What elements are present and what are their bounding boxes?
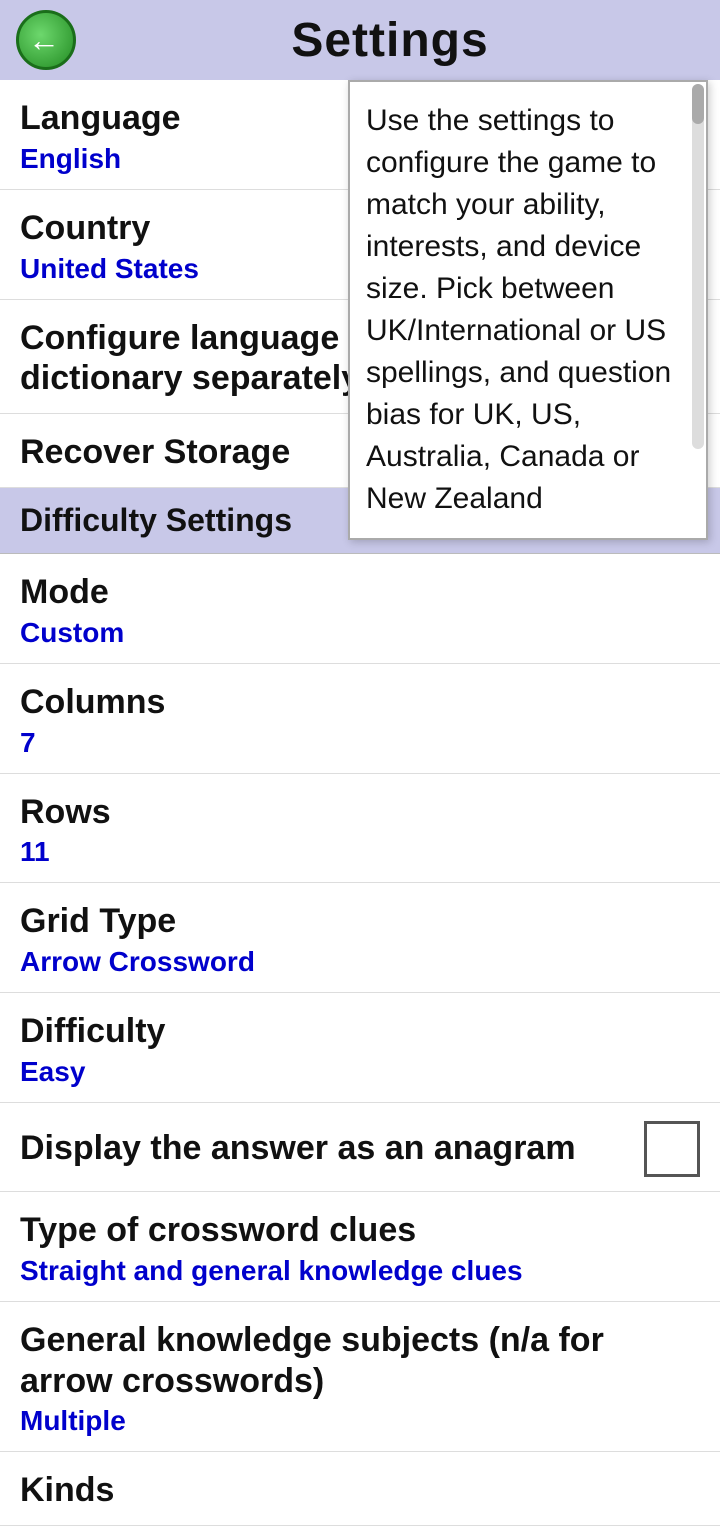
settings-item-rows[interactable]: Rows 11 <box>0 774 720 884</box>
back-button[interactable]: ← <box>16 10 76 70</box>
settings-item-general-knowledge[interactable]: General knowledge subjects (n/a for arro… <box>0 1302 720 1453</box>
difficulty-value: Easy <box>20 1056 700 1088</box>
difficulty-label: Difficulty <box>20 1011 700 1052</box>
anagram-checkbox[interactable] <box>644 1121 700 1177</box>
mode-value: Custom <box>20 617 700 649</box>
settings-item-difficulty[interactable]: Difficulty Easy <box>0 993 720 1103</box>
scrollbar-thumb[interactable] <box>692 84 704 124</box>
back-arrow-icon: ← <box>28 24 60 56</box>
rows-value: 11 <box>20 836 700 868</box>
mode-label: Mode <box>20 572 700 613</box>
settings-item-anagram[interactable]: Display the answer as an anagram <box>0 1103 720 1192</box>
grid-type-value: Arrow Crossword <box>20 946 700 978</box>
settings-item-kinds[interactable]: Kinds <box>0 1452 720 1526</box>
settings-tooltip: Use the settings to configure the game t… <box>348 80 708 540</box>
settings-item-grid-type[interactable]: Grid Type Arrow Crossword <box>0 883 720 993</box>
settings-item-clue-type[interactable]: Type of crossword clues Straight and gen… <box>0 1192 720 1302</box>
settings-item-mode[interactable]: Mode Custom <box>0 554 720 664</box>
general-knowledge-value: Multiple <box>20 1405 700 1437</box>
header: ← Settings <box>0 0 720 80</box>
clue-type-label: Type of crossword clues <box>20 1210 700 1251</box>
scrollbar[interactable] <box>692 84 704 449</box>
general-knowledge-label: General knowledge subjects (n/a for arro… <box>20 1320 700 1402</box>
tooltip-text: Use the settings to configure the game t… <box>366 100 690 520</box>
page-title: Settings <box>76 13 704 68</box>
grid-type-label: Grid Type <box>20 901 700 942</box>
settings-item-columns[interactable]: Columns 7 <box>0 664 720 774</box>
columns-label: Columns <box>20 682 700 723</box>
rows-label: Rows <box>20 792 700 833</box>
clue-type-value: Straight and general knowledge clues <box>20 1255 700 1287</box>
anagram-label: Display the answer as an anagram <box>20 1129 644 1168</box>
columns-value: 7 <box>20 727 700 759</box>
kinds-label: Kinds <box>20 1470 700 1511</box>
difficulty-section-label: Difficulty Settings <box>20 502 292 538</box>
difficulty-settings-list: Mode Custom Columns 7 Rows 11 Grid Type … <box>0 554 720 1526</box>
